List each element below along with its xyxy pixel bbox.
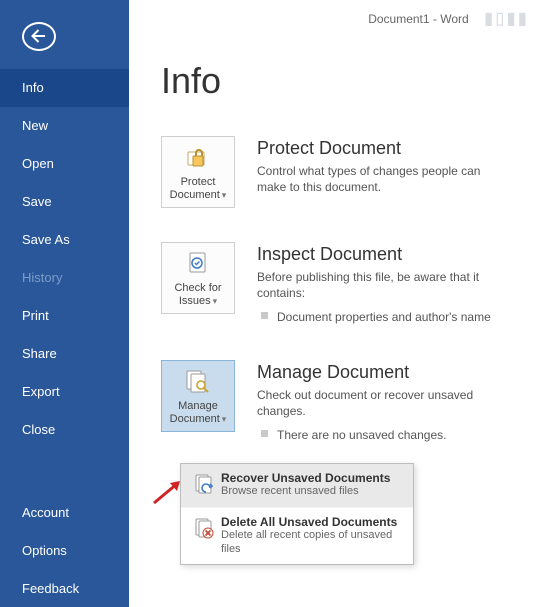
back-arrow-icon xyxy=(31,28,47,44)
delete-desc: Delete all recent copies of unsaved file… xyxy=(221,529,405,557)
sidebar-item-info[interactable]: Info xyxy=(0,69,129,107)
sidebar-item-close[interactable]: Close xyxy=(0,411,129,449)
section-protect: Protect Document▾ Protect Document Contr… xyxy=(161,136,521,208)
window-decoration-icon: ▮▯▮▮ xyxy=(482,6,527,31)
protect-document-tile[interactable]: Protect Document▾ xyxy=(161,136,235,208)
check-for-issues-tile[interactable]: Check for Issues▾ xyxy=(161,242,235,314)
delete-all-unsaved-documents-item[interactable]: Delete All Unsaved Documents Delete all … xyxy=(181,507,413,565)
recover-unsaved-documents-item[interactable]: Recover Unsaved Documents Browse recent … xyxy=(181,464,413,507)
recover-icon xyxy=(189,471,221,499)
sidebar-item-save-as[interactable]: Save As xyxy=(0,221,129,259)
page-title: Info xyxy=(161,60,521,102)
nav-main: Info New Open Save Save As History Print… xyxy=(0,69,129,449)
manage-doc-icon xyxy=(184,366,212,396)
delete-icon xyxy=(189,515,221,557)
back-button[interactable] xyxy=(22,22,56,51)
sidebar-item-account[interactable]: Account xyxy=(0,493,129,531)
sidebar-item-new[interactable]: New xyxy=(0,107,129,145)
inspect-desc: Before publishing this file, be aware th… xyxy=(257,269,507,301)
manage-document-tile[interactable]: Manage Document▾ xyxy=(161,360,235,432)
protect-desc: Control what types of changes people can… xyxy=(257,163,507,195)
window-title: Document1 - Word xyxy=(368,12,468,26)
sidebar-item-feedback[interactable]: Feedback xyxy=(0,569,129,607)
recover-desc: Browse recent unsaved files xyxy=(221,485,405,499)
manage-desc: Check out document or recover unsaved ch… xyxy=(257,387,507,419)
window-title-bar: Document1 - Word ▮▯▮▮ xyxy=(368,6,527,31)
nav-footer: Account Options Feedback xyxy=(0,493,129,607)
lock-icon xyxy=(185,142,211,172)
section-inspect: Check for Issues▾ Inspect Document Befor… xyxy=(161,242,521,326)
section-manage: Manage Document▾ Manage Document Check o… xyxy=(161,360,521,444)
manage-heading: Manage Document xyxy=(257,362,507,383)
sidebar-item-save[interactable]: Save xyxy=(0,183,129,221)
inspect-icon xyxy=(185,248,211,278)
sidebar-item-history: History xyxy=(0,259,129,297)
manage-bullet: There are no unsaved changes. xyxy=(257,427,507,443)
delete-title: Delete All Unsaved Documents xyxy=(221,515,405,529)
recover-title: Recover Unsaved Documents xyxy=(221,471,405,485)
protect-heading: Protect Document xyxy=(257,138,507,159)
sidebar-item-share[interactable]: Share xyxy=(0,335,129,373)
file-sidebar: Info New Open Save Save As History Print… xyxy=(0,0,129,607)
sidebar-item-options[interactable]: Options xyxy=(0,531,129,569)
manage-document-dropdown: Recover Unsaved Documents Browse recent … xyxy=(180,463,414,565)
inspect-bullet: Document properties and author's name xyxy=(257,309,507,325)
inspect-heading: Inspect Document xyxy=(257,244,507,265)
sidebar-item-export[interactable]: Export xyxy=(0,373,129,411)
sidebar-item-print[interactable]: Print xyxy=(0,297,129,335)
sidebar-item-open[interactable]: Open xyxy=(0,145,129,183)
